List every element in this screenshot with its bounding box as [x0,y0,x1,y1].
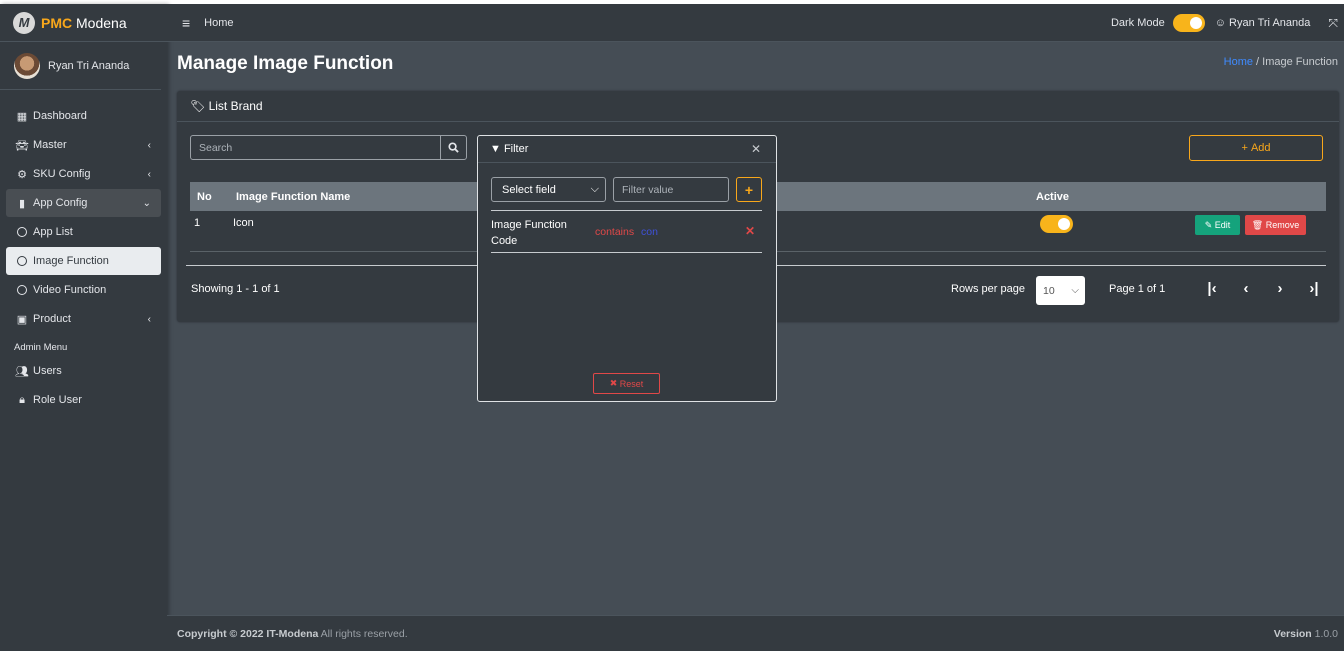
next-page-icon[interactable]: › [1263,280,1297,297]
brand[interactable]: M PMC Modena [0,4,167,42]
close-icon[interactable]: ✕ [751,142,761,156]
circle-icon [14,285,30,295]
search-input[interactable] [191,141,440,154]
reset-filter-button[interactable]: ✖ Reset [593,373,660,394]
chevron-left-icon: ‹ [147,313,151,325]
first-page-icon[interactable]: |‹ [1195,280,1229,297]
edit-button[interactable]: ✎ Edit [1195,215,1240,235]
cell-name: Icon [233,217,254,229]
plus-icon: + [1241,142,1248,154]
sidebar-item-app-config[interactable]: ▮ App Config ⌄ [6,189,161,217]
chevron-left-icon: ‹ [147,168,151,180]
search-button[interactable] [440,136,466,159]
filter-value-input[interactable] [614,183,728,196]
close-icon: ✖ [609,378,618,388]
showing-info: Showing 1 - 1 of 1 [191,283,280,295]
chevron-down-icon: ⌄ [142,197,151,209]
dark-mode-toggle[interactable] [1172,14,1205,32]
cell-no: 1 [194,217,201,229]
avatar [14,52,40,79]
page-title: Manage Image Function [177,53,394,74]
criteria-operator: contains [595,226,635,238]
filter-header: ▼ Filter ✕ [478,136,776,163]
column-header-active[interactable]: Active [1036,191,1069,203]
pagination: |‹ ‹ › ›| [1195,280,1331,297]
gear-icon: ⚙ [17,168,27,181]
filter-title: Filter [503,143,529,155]
hamburger-menu-icon[interactable]: ≡ [182,15,190,31]
criteria-value: con [641,226,658,238]
breadcrumb-home-link[interactable]: Home [1224,56,1253,68]
car-icon: 🚘︎ [15,139,29,152]
brand-name: PMC Modena [41,14,127,31]
card-header: 🏷︎ List Brand [177,91,1339,122]
users-icon: 👥︎ [15,365,29,378]
page-info: Page 1 of 1 [1109,283,1166,295]
sidebar-item-product[interactable]: ▣ Product ‹ [6,305,161,333]
top-navbar: ≡ Home Dark Mode ☺ Ryan Tri Ananda ⤧ [167,4,1344,42]
filter-divider [491,252,762,253]
sidebar-item-master[interactable]: 🚘︎ Master ‹ [6,131,161,159]
breadcrumb-separator: / [1256,56,1260,68]
card-title: List Brand [208,99,263,113]
box-icon: ▣ [16,313,28,326]
rows-per-page-select[interactable]: 10 ⌵ [1036,276,1085,305]
fullscreen-icon[interactable]: ⤧ [1328,16,1338,31]
add-filter-button[interactable]: + [736,177,762,202]
breadcrumb: Home / Image Function [1224,56,1338,68]
rows-per-page-label: Rows per page [951,283,1025,295]
sidebar-item-video-function[interactable]: Video Function [6,276,161,304]
sidebar-item-users[interactable]: 👥︎ Users [6,357,161,385]
filter-popup: ▼ Filter ✕ Select field ⌵ + Image Functi… [477,135,777,402]
active-toggle[interactable] [1040,215,1073,233]
prev-page-icon[interactable]: ‹ [1229,280,1263,297]
nav-home-link[interactable]: Home [204,17,233,29]
dark-mode-label: Dark Mode [1110,17,1165,29]
sidebar-username: Ryan Tri Ananda [48,59,130,72]
remove-button[interactable]: 🗑︎ Remove [1245,215,1306,235]
chevron-left-icon: ‹ [147,139,151,151]
sidebar-nav: ▦ Dashboard 🚘︎ Master ‹ ⚙ SKU Config ‹ ▮… [0,90,167,414]
navbar-username: Ryan Tri Ananda [1229,17,1311,29]
sidebar-item-dashboard[interactable]: ▦ Dashboard [6,102,161,130]
admin-menu-header: Admin Menu [14,342,68,353]
criteria-field: Image Function Code [491,219,567,247]
plus-icon: + [744,181,754,198]
user-menu[interactable]: ☺ Ryan Tri Ananda [1215,17,1311,29]
column-header-no: No [197,190,212,203]
circle-icon [14,256,30,266]
navbar-right: Dark Mode ☺ Ryan Tri Ananda ⤧ [1111,4,1338,42]
add-button[interactable]: + Add [1189,135,1323,161]
chevron-down-icon: ⌵ [1071,285,1079,296]
search-icon [448,142,459,153]
filter-divider [491,210,762,211]
trash-icon: 🗑︎ [1251,219,1264,230]
search-group [190,135,467,160]
sidebar-item-role-user[interactable]: 🔒︎ Role User [6,386,161,414]
th-icon: ▦ [16,110,28,123]
brand-logo-icon: M [13,11,35,34]
user-icon: ☺ [1214,17,1226,29]
lock-icon: 🔒︎ [19,393,25,406]
sidebar-item-image-function[interactable]: Image Function [6,247,161,275]
filter-icon: ▼ [490,143,501,155]
chevron-down-icon: ⌵ [590,183,599,195]
version-info: Version 1.0.0 [1273,627,1338,640]
user-panel[interactable]: Ryan Tri Ananda [0,42,161,90]
tags-icon: 🏷︎ [190,99,206,113]
last-page-icon[interactable]: ›| [1297,280,1331,297]
breadcrumb-current: Image Function [1262,56,1338,68]
edit-icon: ✎ [1204,219,1213,230]
sidebar-item-sku-config[interactable]: ⚙ SKU Config ‹ [6,160,161,188]
sidebar: M PMC Modena Ryan Tri Ananda ▦ Dashboard… [0,4,167,651]
mobile-icon: ▮ [18,197,26,210]
sidebar-item-app-list[interactable]: App List [6,218,161,246]
filter-value-group [613,177,729,202]
filter-field-select[interactable]: Select field ⌵ [491,177,606,202]
remove-criteria-icon[interactable]: ✕ [745,224,755,238]
circle-icon [14,227,30,237]
page-footer: Copyright © 2022 IT-Modena All rights re… [167,615,1344,651]
copyright: Copyright © 2022 IT-Modena All rights re… [177,627,408,640]
